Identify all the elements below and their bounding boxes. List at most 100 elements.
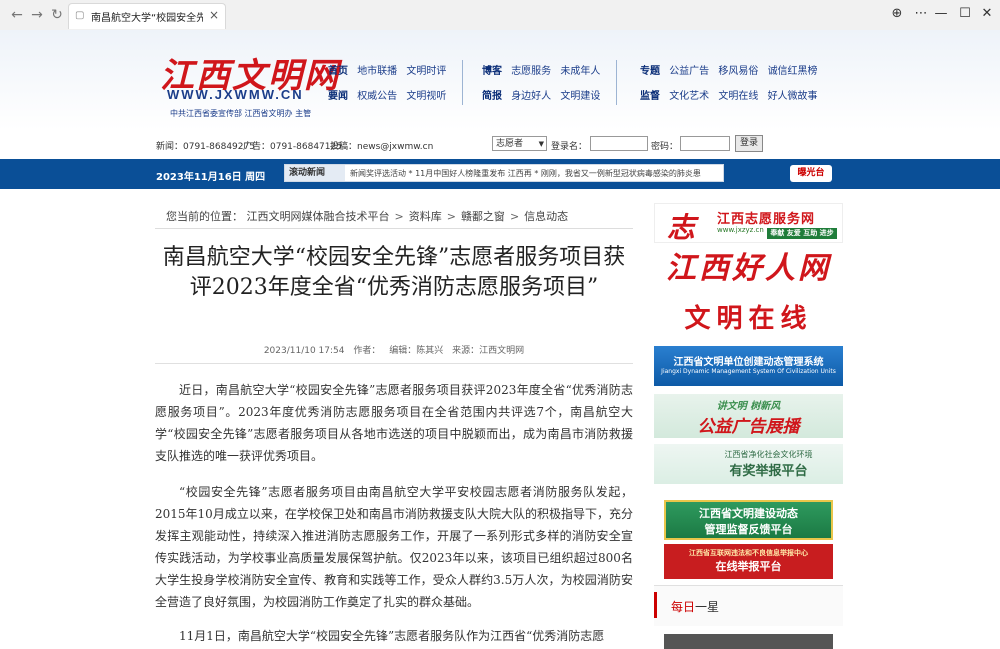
breadcrumb-item[interactable]: 赣鄱之窗 (461, 210, 505, 223)
volunteer-banner[interactable]: 志 江西志愿服务网 www.jxzyz.cn 奉献 友爱 互助 进步 (654, 203, 843, 243)
date-ticker-bar: 2023年11月16日 周四 滚动新闻 新闻奖评选活动 * 11月中国好人榜隆重… (0, 159, 1000, 189)
nav-group-1-row-1: 首页 地市联播 文明时评 (328, 62, 452, 77)
article-datetime: 2023/11/10 17:54 (263, 346, 345, 356)
nav-group-3-row-2: 监督 文化艺术 文明在线 好人微故事 (640, 87, 824, 102)
nav-group-1-row-2: 要闻 权威公告 文明视听 (328, 87, 452, 102)
nav-special[interactable]: 专题 (640, 66, 660, 77)
report-platform-title: 有奖举报平台 (729, 464, 808, 479)
page-icon: ▢ (75, 10, 85, 21)
article-editor: 编辑：陈其兴 (389, 346, 444, 356)
nav-news[interactable]: 要闻 (328, 91, 348, 102)
nav-blog[interactable]: 博客 (482, 66, 502, 77)
volunteer-banner-title: 江西志愿服务网 (717, 212, 816, 227)
volunteer-logo-icon: 志 (667, 211, 696, 243)
reload-icon[interactable]: ↻ (48, 6, 66, 24)
nav-group-3-row-1: 专题 公益广告 移风易俗 诚信红黑榜 (640, 62, 824, 77)
daily-star-section: 每日一星 (654, 585, 843, 626)
volunteer-tags: 奉献 友爱 互助 进步 (767, 228, 837, 239)
nav-announcements[interactable]: 权威公告 (357, 91, 397, 102)
divider (155, 228, 633, 229)
nav-home[interactable]: 首页 (328, 66, 348, 77)
article-source: 来源：江西文明网 (452, 346, 525, 356)
unit-system-banner[interactable]: 江西省文明单位创建动态管理系统 Jiangxi Dynamic Manageme… (654, 346, 843, 386)
supervision-line-1: 江西省文明建设动态 (699, 507, 798, 520)
maximize-icon[interactable]: ☐ (956, 6, 974, 21)
online-report-title: 在线举报平台 (715, 560, 782, 573)
public-ads-slogan: 讲文明 树新风 (716, 401, 781, 412)
site-header (0, 30, 1000, 130)
submit-email: 投稿：news@jxwmw.cn (330, 142, 434, 152)
nav-brief[interactable]: 简报 (482, 91, 502, 102)
info-bar: 新闻：0791-86849275 广告：0791-86847125 投稿：new… (0, 131, 1000, 157)
ticker-text[interactable]: 新闻奖评选活动 * 11月中国好人榜隆重发布 江西再 * 刚刚，我省又一例新型冠… (350, 168, 720, 179)
section-accent (654, 592, 657, 618)
divider (155, 363, 633, 364)
article-meta: 2023/11/10 17:54 作者： 编辑：陈其兴 来源：江西文明网 (155, 343, 633, 356)
online-report-banner[interactable]: 江西省互联网违法和不良信息举报中心 在线举报平台 (664, 544, 833, 579)
breadcrumb-sep: > (509, 210, 520, 223)
password-label: 密码： (651, 142, 679, 152)
chevron-down-icon: ▼ (538, 140, 544, 148)
nav-public-ads[interactable]: 公益广告 (669, 66, 709, 77)
login-name-input[interactable] (590, 136, 648, 151)
expose-button[interactable]: 曝光台 (790, 165, 832, 182)
article-paragraph: “校园安全先锋”志愿者服务项目由南昌航空大学平安校园志愿者消防服务队发起，201… (155, 485, 633, 609)
report-platform-banner[interactable]: 江西省净化社会文化环境 有奖举报平台 (654, 444, 843, 484)
nav-video[interactable]: 文明视听 (406, 91, 446, 102)
globe-icon[interactable]: ⊕ (888, 6, 906, 21)
nav-supervision[interactable]: 监督 (640, 91, 660, 102)
login-name-label: 登录名： (551, 142, 588, 152)
breadcrumb-item[interactable]: 资料库 (409, 210, 442, 223)
menu-icon[interactable]: ⋯ (912, 6, 930, 21)
news-ticker[interactable]: 滚动新闻 新闻奖评选活动 * 11月中国好人榜隆重发布 江西再 * 刚刚，我省又… (284, 164, 724, 182)
nav-micro-stories[interactable]: 好人微故事 (768, 91, 818, 102)
report-platform-subtitle: 江西省净化社会文化环境 (724, 450, 813, 459)
supervision-banner[interactable]: 江西省文明建设动态 管理监督反馈平台 (664, 500, 833, 540)
breadcrumb-prefix: 您当前的位置： (166, 210, 243, 223)
haoren-banner[interactable]: 江西好人网 (654, 244, 843, 294)
nav-culture[interactable]: 文化艺术 (669, 91, 709, 102)
nav-credit-list[interactable]: 诚信红黑榜 (768, 66, 818, 77)
daily-star-image[interactable] (664, 634, 833, 649)
breadcrumb-item[interactable]: 江西文明网媒体融合技术平台 (247, 210, 390, 223)
back-icon[interactable]: ← (8, 6, 26, 24)
forward-icon[interactable]: → (28, 6, 46, 24)
login-button[interactable]: 登录 (735, 135, 763, 152)
browser-toolbar: ← → ↻ ▢ 南昌航空大学“校园安全先锋” × ⊕ ⋯ — ☐ ✕ (0, 0, 1000, 31)
article-author: 作者： (353, 346, 381, 356)
breadcrumb-sep: > (446, 210, 456, 223)
nav-online[interactable]: 文明在线 (718, 91, 758, 102)
article-title: 南昌航空大学“校园安全先锋”志愿者服务项目获评2023年度全省“优秀消防志愿服务… (162, 245, 626, 300)
minimize-icon[interactable]: — (932, 6, 950, 21)
tab-title: 南昌航空大学“校园安全先锋” (91, 13, 203, 24)
browser-tab[interactable]: ▢ 南昌航空大学“校园安全先锋” × (68, 3, 226, 29)
online-report-subtitle: 江西省互联网违法和不良信息举报中心 (689, 549, 808, 557)
nav-civilization[interactable]: 文明建设 (560, 91, 600, 102)
nav-divider (616, 60, 617, 105)
nav-commentary[interactable]: 文明时评 (406, 66, 446, 77)
nav-city[interactable]: 地市联播 (357, 66, 397, 77)
article-paragraph: 近日，南昌航空大学“校园安全先锋”志愿者服务项目获评2023年度全省“优秀消防志… (155, 383, 633, 463)
nav-minors[interactable]: 未成年人 (560, 66, 600, 77)
public-ads-title: 公益广告展播 (697, 417, 800, 437)
supervision-line-2: 管理监督反馈平台 (704, 523, 793, 536)
unit-system-title: 江西省文明单位创建动态管理系统 (673, 357, 824, 368)
public-ads-banner[interactable]: 讲文明 树新风 公益广告展播 (654, 394, 843, 438)
unit-system-subtitle: Jiangxi Dynamic Management System Of Civ… (661, 368, 836, 375)
user-type-select[interactable]: 志愿者 ▼ (492, 136, 547, 151)
nav-group-2-row-2: 简报 身边好人 文明建设 (482, 87, 606, 102)
breadcrumb-item[interactable]: 信息动态 (524, 210, 568, 223)
breadcrumb: 您当前的位置： 江西文明网媒体融合技术平台 > 资料库 > 赣鄱之窗 > 信息动态 (166, 208, 568, 224)
nav-group-2-row-1: 博客 志愿服务 未成年人 (482, 62, 606, 77)
nav-volunteer[interactable]: 志愿服务 (511, 66, 551, 77)
close-tab-icon[interactable]: × (209, 8, 219, 22)
nav-customs[interactable]: 移风易俗 (718, 66, 758, 77)
close-window-icon[interactable]: ✕ (978, 6, 996, 21)
password-input[interactable] (680, 136, 730, 151)
daily-star-title[interactable]: 每日一星 (671, 598, 719, 615)
nav-good-people[interactable]: 身边好人 (511, 91, 551, 102)
ad-phone: 广告：0791-86847125 (243, 142, 342, 152)
ticker-label: 滚动新闻 (285, 165, 345, 181)
wenming-online-banner[interactable]: 文明在线 (654, 296, 843, 342)
current-date: 2023年11月16日 周四 (156, 172, 266, 183)
